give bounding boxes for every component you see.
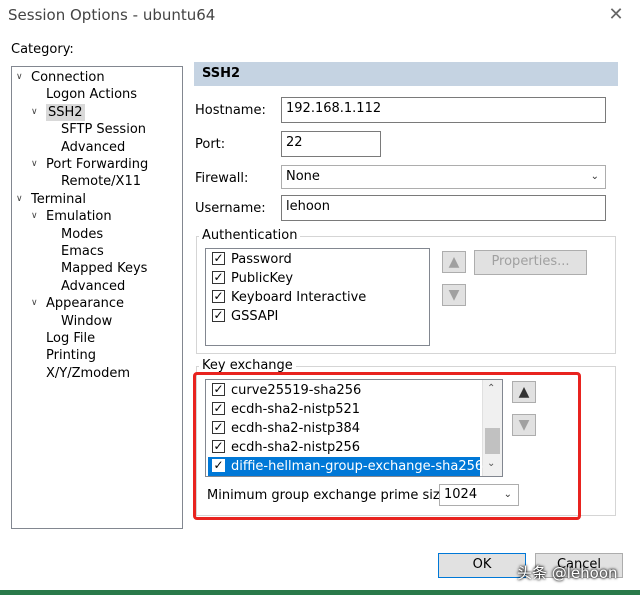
port-label: Port: xyxy=(195,137,226,152)
tree-item-connection[interactable]: Connection xyxy=(31,69,105,86)
category-tree[interactable]: ∨ Connection Logon Actions ∨ SSH2 SFTP Sessio… xyxy=(11,66,183,529)
username-label: Username: xyxy=(195,201,266,216)
auth-method-item-label: Password xyxy=(231,252,292,267)
tree-expander-icon[interactable]: ∨ xyxy=(31,156,38,173)
chevron-down-icon: ⌄ xyxy=(590,171,599,182)
auth-method-item-label: GSSAPI xyxy=(231,309,279,324)
triangle-down-icon: ▼ xyxy=(448,287,460,303)
tree-expander-icon[interactable]: ∨ xyxy=(31,208,38,225)
auth-method-item[interactable]: ✓ PublicKey xyxy=(212,269,293,288)
tree-item-remote-x11[interactable]: Remote/X11 xyxy=(61,173,141,190)
close-icon[interactable]: ✕ xyxy=(604,4,628,28)
key-exchange-title: Key exchange xyxy=(199,358,296,373)
tree-item-appearance[interactable]: Appearance xyxy=(46,295,124,312)
tree-item-ssh2[interactable]: SSH2 xyxy=(46,103,85,121)
tree-expander-icon[interactable]: ∨ xyxy=(31,295,38,312)
tree-expander-icon[interactable]: ∨ xyxy=(31,104,38,121)
authentication-title: Authentication xyxy=(199,228,301,243)
window-title: Session Options - ubuntu64 xyxy=(8,6,216,24)
tree-item-printing[interactable]: Printing xyxy=(46,347,96,364)
tree-item-log-file[interactable]: Log File xyxy=(46,330,95,347)
username-field[interactable]: lehoon xyxy=(281,195,606,221)
tree-item-advanced[interactable]: Advanced xyxy=(61,139,125,156)
hostname-field[interactable]: 192.168.1.112 xyxy=(281,97,606,123)
move-down-button[interactable]: ▼ xyxy=(442,284,466,306)
tree-item-window[interactable]: Window xyxy=(61,313,112,330)
firewall-label: Firewall: xyxy=(195,171,249,186)
triangle-up-icon: ▲ xyxy=(448,254,460,270)
category-label: Category: xyxy=(11,42,74,57)
auth-method-item-label: PublicKey xyxy=(231,271,294,286)
tree-item-mapped-keys[interactable]: Mapped Keys xyxy=(61,260,147,277)
panel-header: SSH2 xyxy=(194,62,618,86)
auth-method-item[interactable]: ✓ Password xyxy=(212,250,292,269)
move-up-button[interactable]: ▲ xyxy=(442,251,466,273)
tree-item-advanced[interactable]: Advanced xyxy=(61,278,125,295)
tree-expander-icon[interactable]: ∨ xyxy=(16,191,23,208)
tree-item-logon-actions[interactable]: Logon Actions xyxy=(46,86,137,103)
highlight-box xyxy=(193,372,581,520)
watermark: 头条 @lehoon xyxy=(517,564,618,582)
tree-item-port-forwarding[interactable]: Port Forwarding xyxy=(46,156,148,173)
auth-method-item[interactable]: ✓ GSSAPI xyxy=(212,307,278,326)
firewall-select[interactable]: None ⌄ xyxy=(281,165,606,189)
tree-item-emacs[interactable]: Emacs xyxy=(61,243,104,260)
tree-item-x-y-zmodem[interactable]: X/Y/Zmodem xyxy=(46,365,130,382)
checkbox[interactable]: ✓ xyxy=(212,271,225,284)
authentication-list[interactable]: ✓ Password ✓ PublicKey ✓ Keyboard Interactive… xyxy=(205,248,430,346)
tree-item-emulation[interactable]: Emulation xyxy=(46,208,112,225)
tree-item-terminal[interactable]: Terminal xyxy=(31,191,86,208)
tree-expander-icon[interactable]: ∨ xyxy=(16,69,23,86)
checkbox[interactable]: ✓ xyxy=(212,290,225,303)
properties-button[interactable]: Properties... xyxy=(474,250,587,275)
firewall-value: None xyxy=(286,169,320,184)
auth-method-item-label: Keyboard Interactive xyxy=(231,290,367,305)
ok-button[interactable]: OK xyxy=(438,553,526,578)
window-bottom-edge xyxy=(0,590,640,595)
auth-method-item[interactable]: ✓ Keyboard Interactive xyxy=(212,288,366,307)
tree-item-sftp-session[interactable]: SFTP Session xyxy=(61,121,146,138)
hostname-label: Hostname: xyxy=(195,103,266,118)
port-field[interactable]: 22 xyxy=(281,131,381,157)
tree-item-modes[interactable]: Modes xyxy=(61,226,103,243)
checkbox[interactable]: ✓ xyxy=(212,252,225,265)
checkbox[interactable]: ✓ xyxy=(212,309,225,322)
